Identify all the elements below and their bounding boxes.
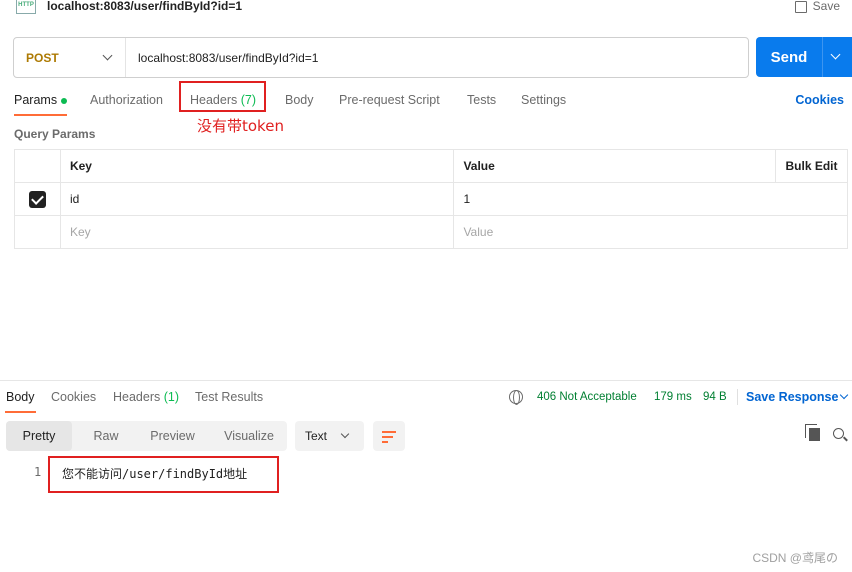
resp-tab-cookies[interactable]: Cookies: [51, 390, 96, 404]
view-mode-toggle: Pretty Raw Preview Visualize: [6, 421, 287, 451]
chevron-down-icon[interactable]: [839, 390, 849, 400]
view-preview[interactable]: Preview: [136, 421, 209, 451]
resp-tab-test-results[interactable]: Test Results: [195, 390, 263, 404]
view-raw[interactable]: Raw: [76, 421, 136, 451]
resp-active-underline: [5, 411, 36, 413]
http-icon: HTTP: [16, 0, 36, 14]
headers-annotation-box: [179, 81, 266, 112]
value-column-header: Value: [453, 149, 777, 183]
url-bar: POST: [13, 37, 749, 78]
search-icon[interactable]: [833, 428, 844, 439]
table-row: id 1: [14, 182, 848, 216]
request-title: localhost:8083/user/findById?id=1: [47, 0, 243, 13]
annotation-note: 没有带token: [197, 117, 284, 135]
response-time[interactable]: 179 ms: [654, 391, 692, 403]
save-response-button[interactable]: Save Response: [746, 390, 838, 404]
title-bar: HTTP localhost:8083/user/findById?id=1 S…: [0, 0, 852, 18]
save-icon: [794, 0, 807, 13]
key-column-header: Key: [59, 149, 455, 183]
resp-tab-headers[interactable]: Headers (1): [113, 390, 179, 404]
line-number: 1: [34, 465, 42, 479]
url-input[interactable]: [126, 38, 748, 77]
tab-settings[interactable]: Settings: [521, 93, 566, 107]
checkbox-icon[interactable]: [28, 190, 46, 208]
format-select[interactable]: Text: [295, 421, 364, 451]
globe-icon[interactable]: [509, 390, 523, 405]
query-params-label: Query Params: [14, 127, 96, 141]
send-button[interactable]: Send: [756, 37, 823, 77]
response-tabs: Body Cookies Headers (1) Test Results 40…: [0, 389, 852, 413]
wrap-lines-icon: [382, 431, 396, 433]
method-label: POST: [26, 50, 59, 65]
tab-authorization[interactable]: Authorization: [90, 93, 163, 107]
param-value-field[interactable]: 1: [453, 182, 848, 216]
meta-separator: [737, 389, 738, 405]
resp-tab-body[interactable]: Body: [6, 390, 35, 404]
wrap-lines-icon-line: [382, 441, 388, 443]
new-key-field[interactable]: Key: [59, 215, 455, 249]
chevron-down-icon: [102, 50, 113, 61]
active-tab-underline: [14, 114, 67, 116]
params-header-row: Key Value Bulk Edit: [14, 149, 848, 183]
cookies-link[interactable]: Cookies: [795, 93, 844, 107]
resp-tab-headers-count: (1): [163, 390, 180, 404]
params-indicator-dot: [61, 97, 68, 104]
format-label: Text: [305, 429, 328, 443]
resp-tab-headers-label: Headers: [113, 390, 161, 404]
new-value-field[interactable]: Value: [453, 215, 848, 249]
header-check-cell: [14, 149, 61, 183]
status-badge[interactable]: 406 Not Acceptable: [537, 391, 637, 403]
params-table: Key Value Bulk Edit id 1 Key Value: [14, 149, 848, 249]
bulk-edit-button[interactable]: Bulk Edit: [775, 149, 848, 183]
view-pretty[interactable]: Pretty: [6, 421, 72, 451]
send-group: Send: [756, 37, 852, 77]
wrap-lines-icon-line: [382, 436, 393, 438]
send-options-chevron-icon[interactable]: [823, 37, 852, 77]
tab-params[interactable]: Params: [14, 93, 68, 107]
pane-divider[interactable]: [0, 380, 852, 381]
tab-tests[interactable]: Tests: [467, 93, 496, 107]
view-visualize[interactable]: Visualize: [211, 421, 287, 451]
request-tabs: Params Authorization Headers (7) Body Pr…: [0, 90, 852, 118]
tab-params-label: Params: [14, 93, 58, 107]
response-size[interactable]: 94 B: [703, 391, 727, 403]
table-row-empty: Key Value: [14, 215, 848, 249]
param-key-field[interactable]: id: [59, 182, 455, 216]
chevron-down-icon: [340, 429, 350, 439]
save-button[interactable]: Save: [794, 0, 840, 13]
tab-body[interactable]: Body: [285, 93, 314, 107]
save-label: Save: [812, 0, 840, 13]
wrap-lines-button[interactable]: [373, 421, 405, 451]
row-check-cell: [14, 182, 61, 216]
copy-icon[interactable]: [805, 424, 820, 441]
method-select[interactable]: POST: [14, 38, 126, 77]
watermark: CSDN @鸢尾の: [752, 551, 838, 565]
empty-check-cell: [14, 215, 61, 249]
body-annotation-box: [48, 456, 279, 493]
tab-pre-request-script[interactable]: Pre-request Script: [339, 93, 440, 107]
